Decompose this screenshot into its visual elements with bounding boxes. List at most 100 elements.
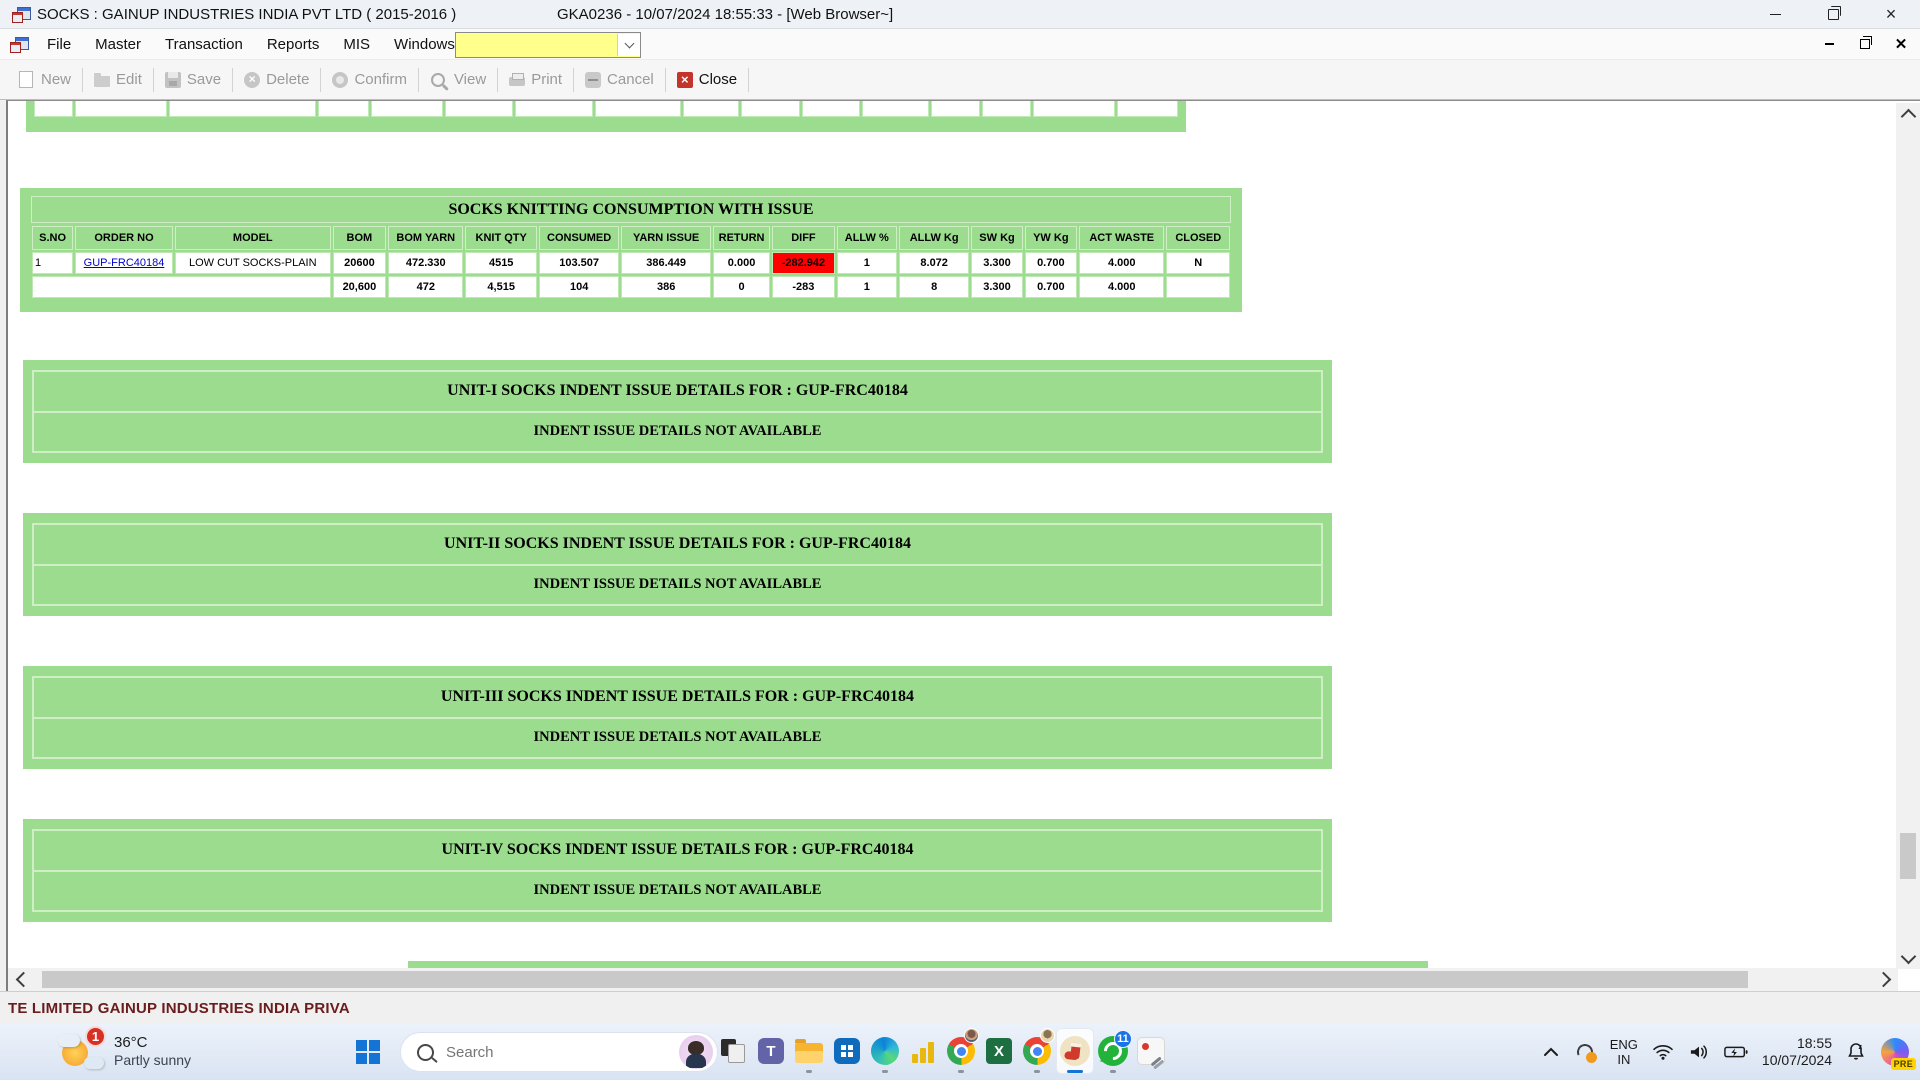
- combobox-dropdown-button[interactable]: [617, 34, 640, 56]
- col-header-order-no: ORDER NO: [75, 226, 173, 250]
- menu-transaction[interactable]: Transaction: [153, 32, 255, 57]
- toolbar-separator: [82, 68, 83, 92]
- weather-condition: Partly sunny: [114, 1052, 191, 1069]
- col-header-allw-pct: ALLW %: [837, 226, 897, 250]
- edit-button[interactable]: Edit: [85, 66, 151, 93]
- close-x-icon: [677, 72, 693, 88]
- vertical-scrollbar-thumb[interactable]: [1900, 833, 1916, 879]
- close-button[interactable]: ×: [1862, 0, 1920, 28]
- window-title: SOCKS : GAINUP INDUSTRIES INDIA PVT LTD …: [37, 6, 456, 23]
- socks-app-button-active[interactable]: [1056, 1028, 1094, 1074]
- edit-label: Edit: [116, 71, 142, 88]
- delete-button[interactable]: Delete: [235, 66, 318, 93]
- horizontal-scrollbar[interactable]: [8, 968, 1898, 991]
- store-icon: [834, 1038, 860, 1064]
- task-view-icon: [721, 1039, 745, 1063]
- minimize-icon: [1770, 14, 1781, 15]
- delete-icon: [244, 72, 260, 88]
- menu-mis[interactable]: MIS: [331, 32, 382, 57]
- menu-file[interactable]: File: [35, 32, 83, 57]
- running-indicator: [1034, 1070, 1040, 1073]
- scroll-down-button[interactable]: [1896, 943, 1920, 969]
- mdi-window-controls: ✕: [1818, 29, 1912, 59]
- menu-reports[interactable]: Reports: [255, 32, 332, 57]
- excel-button[interactable]: X: [980, 1028, 1018, 1074]
- snipping-tool-icon: [1137, 1037, 1165, 1065]
- wifi-icon[interactable]: [1652, 1043, 1674, 1061]
- col-header-closed: CLOSED: [1166, 226, 1230, 250]
- power-bi-icon: [910, 1039, 936, 1063]
- chrome-profile2-button[interactable]: [1018, 1028, 1056, 1074]
- whatsapp-button[interactable]: 11: [1094, 1028, 1132, 1074]
- close-report-button[interactable]: Close: [668, 66, 746, 93]
- close-icon: ×: [1886, 5, 1897, 23]
- vertical-scrollbar[interactable]: [1896, 103, 1920, 969]
- order-no-link[interactable]: GUP-FRC40184: [75, 252, 173, 274]
- edit-folder-icon: [94, 76, 110, 87]
- teams-button[interactable]: T: [752, 1028, 790, 1074]
- window-selector-combobox[interactable]: [455, 32, 641, 58]
- app-icon: [12, 7, 29, 22]
- mdi-child-icon: [10, 37, 27, 52]
- mdi-close-button[interactable]: ✕: [1890, 37, 1912, 52]
- edge-icon: [871, 1037, 899, 1065]
- scroll-right-button[interactable]: [1868, 974, 1898, 985]
- search-input[interactable]: [444, 1043, 669, 1062]
- battery-charging-icon[interactable]: [1724, 1044, 1748, 1060]
- order-no-link-text[interactable]: GUP-FRC40184: [84, 257, 165, 269]
- view-label: View: [454, 71, 486, 88]
- start-button[interactable]: [356, 1040, 380, 1064]
- cancel-button[interactable]: Cancel: [576, 66, 663, 93]
- taskbar-search-box[interactable]: [400, 1032, 718, 1072]
- print-button[interactable]: Print: [500, 66, 571, 93]
- excel-icon: X: [986, 1038, 1012, 1064]
- sync-status-icon[interactable]: [1574, 1041, 1596, 1063]
- weather-widget[interactable]: 1 36°C Partly sunny: [58, 1030, 191, 1072]
- scroll-up-button[interactable]: [1896, 103, 1920, 129]
- task-view-button[interactable]: [714, 1028, 752, 1074]
- tray-overflow-button[interactable]: [1542, 1046, 1560, 1058]
- snipping-tool-button[interactable]: [1132, 1028, 1170, 1074]
- file-explorer-button[interactable]: [790, 1028, 828, 1074]
- profile-avatar: [964, 1028, 979, 1043]
- restore-button[interactable]: [1804, 0, 1862, 28]
- edge-button[interactable]: [866, 1028, 904, 1074]
- notification-bell-dnd-icon[interactable]: z: [1846, 1042, 1866, 1062]
- new-button[interactable]: New: [8, 66, 80, 93]
- window-titlebar: SOCKS : GAINUP INDUSTRIES INDIA PVT LTD …: [0, 0, 1920, 29]
- mdi-minimize-button[interactable]: [1818, 43, 1840, 45]
- col-header-yw-kg: YW Kg: [1025, 226, 1077, 250]
- toolbar-separator: [153, 68, 154, 92]
- toolbar-separator: [573, 68, 574, 92]
- toolbar-separator: [497, 68, 498, 92]
- copilot-button[interactable]: PRE: [1880, 1037, 1910, 1067]
- view-button[interactable]: View: [421, 66, 495, 93]
- language-line2: IN: [1617, 1052, 1630, 1067]
- minimize-button[interactable]: [1746, 0, 1804, 28]
- sync-alert-dot: [1586, 1052, 1597, 1063]
- total-diff: -283: [772, 276, 834, 298]
- running-indicator: [882, 1070, 888, 1073]
- toolbar-separator: [665, 68, 666, 92]
- total-bom: 20,600: [333, 276, 386, 298]
- cell-sw-kg: 3.300: [971, 252, 1022, 274]
- speaker-icon[interactable]: [1688, 1043, 1710, 1061]
- search-doodle-avatar[interactable]: [679, 1035, 713, 1069]
- total-closed-blank: [1166, 276, 1230, 298]
- knitting-consumption-table: SOCKS KNITTING CONSUMPTION WITH ISSUE S.…: [20, 188, 1242, 312]
- save-button[interactable]: Save: [156, 66, 230, 93]
- power-bi-button[interactable]: [904, 1028, 942, 1074]
- horizontal-scrollbar-thumb[interactable]: [42, 971, 1748, 988]
- total-consumed: 104: [539, 276, 619, 298]
- taskbar-clock[interactable]: 18:55 10/07/2024: [1762, 1035, 1832, 1069]
- chrome-profile1-button[interactable]: [942, 1028, 980, 1074]
- col-header-knit-qty: KNIT QTY: [465, 226, 536, 250]
- confirm-button[interactable]: Confirm: [323, 66, 416, 93]
- total-yw-kg: 0.700: [1025, 276, 1077, 298]
- menu-master[interactable]: Master: [83, 32, 153, 57]
- delete-label: Delete: [266, 71, 309, 88]
- mdi-restore-button[interactable]: [1854, 39, 1876, 49]
- microsoft-store-button[interactable]: [828, 1028, 866, 1074]
- language-indicator[interactable]: ENG IN: [1610, 1037, 1638, 1067]
- scroll-left-button[interactable]: [8, 974, 38, 985]
